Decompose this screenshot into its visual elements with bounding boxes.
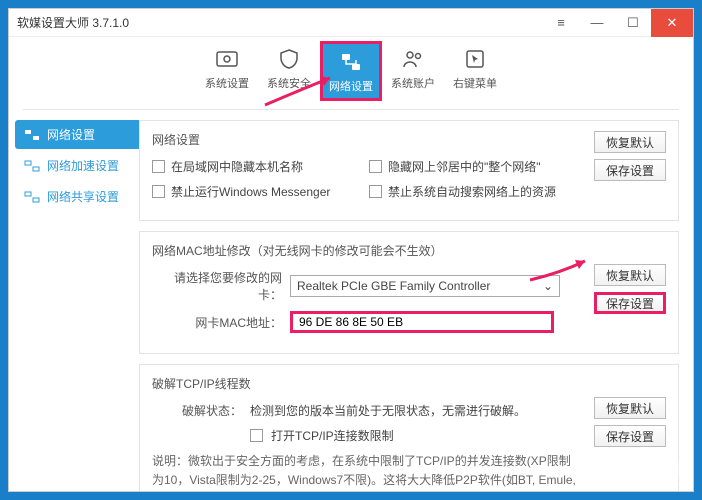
checkbox[interactable] — [250, 429, 263, 442]
cursor-icon — [461, 45, 489, 73]
sidebar-item-label: 网络设置 — [47, 126, 95, 143]
toolbar: 系统设置 系统安全 网络设置 系统账户 右键菜单 — [23, 37, 679, 110]
window-title: 软媒设置大师 3.7.1.0 — [17, 14, 129, 31]
mac-input[interactable] — [290, 311, 554, 333]
section-title: 网络MAC地址修改（对无线网卡的修改可能会不生效） — [152, 242, 666, 259]
tab-network-settings[interactable]: 网络设置 — [320, 41, 382, 101]
tab-system-accounts[interactable]: 系统账户 — [382, 41, 444, 101]
save-button[interactable]: 保存设置 — [594, 425, 666, 447]
note-text: 说明：微软出于安全方面的考虑，在系统中限制了TCP/IP的并发连接数(XP限制为… — [152, 452, 666, 491]
chevron-down-icon: ⌄ — [543, 279, 553, 293]
maximize-button[interactable]: ☐ — [615, 9, 651, 37]
reset-button[interactable]: 恢复默认 — [594, 131, 666, 153]
window-controls: ≡ — ☐ ✕ — [543, 9, 693, 37]
tab-system-security[interactable]: 系统安全 — [258, 41, 320, 101]
checkbox-label: 禁止系统自动搜索网络上的资源 — [388, 183, 556, 200]
checkbox-label: 打开TCP/IP连接数限制 — [271, 427, 394, 444]
checkbox-label: 禁止运行Windows Messenger — [171, 183, 330, 200]
network-icon — [23, 159, 41, 173]
section-title: 破解TCP/IP线程数 — [152, 375, 666, 392]
save-button[interactable]: 保存设置 — [594, 159, 666, 181]
watermark: Baidu 经验 jingyan.baidu.com — [599, 461, 690, 492]
titlebar: 软媒设置大师 3.7.1.0 ≡ — ☐ ✕ — [9, 9, 693, 37]
close-button[interactable]: ✕ — [651, 9, 693, 37]
tab-system-settings[interactable]: 系统设置 — [196, 41, 258, 101]
status-text: 检测到您的版本当前处于无限状态，无需进行破解。 — [250, 402, 526, 419]
reset-button[interactable]: 恢复默认 — [594, 264, 666, 286]
section-mac-address: 网络MAC地址修改（对无线网卡的修改可能会不生效） 恢复默认 保存设置 请选择您… — [139, 231, 679, 354]
section-title: 网络设置 — [152, 131, 666, 148]
sidebar-item-network-share[interactable]: 网络共享设置 — [15, 182, 139, 211]
section-network-options: 网络设置 恢复默认 保存设置 在局域网中隐藏本机名称 隐藏网上邻居中的"整个网络… — [139, 120, 679, 221]
sidebar-item-network-boost[interactable]: 网络加速设置 — [15, 151, 139, 180]
checkbox[interactable] — [152, 185, 165, 198]
network-icon — [23, 128, 41, 142]
checkbox[interactable] — [369, 185, 382, 198]
network-icon — [23, 190, 41, 204]
mac-label: 网卡MAC地址： — [152, 314, 282, 331]
sidebar-item-network-settings[interactable]: 网络设置 — [15, 120, 139, 149]
checkbox[interactable] — [152, 160, 165, 173]
reset-button[interactable]: 恢复默认 — [594, 397, 666, 419]
app-window: 软媒设置大师 3.7.1.0 ≡ — ☐ ✕ 系统设置 系统安全 网络设置 系统… — [8, 8, 694, 492]
sidebar: 网络设置 网络加速设置 网络共享设置 — [9, 110, 139, 491]
network-icon — [337, 48, 365, 76]
shield-icon — [275, 45, 303, 73]
tab-context-menu[interactable]: 右键菜单 — [444, 41, 506, 101]
main-area: 网络设置 网络加速设置 网络共享设置 网络设置 恢复默认 保存设置 在局域网中隐… — [9, 110, 693, 491]
minimize-button[interactable]: — — [579, 9, 615, 37]
status-label: 破解状态： — [152, 402, 242, 419]
menu-button[interactable]: ≡ — [543, 9, 579, 37]
content-area: 网络设置 恢复默认 保存设置 在局域网中隐藏本机名称 隐藏网上邻居中的"整个网络… — [139, 110, 693, 491]
checkbox-label: 隐藏网上邻居中的"整个网络" — [388, 158, 541, 175]
checkbox[interactable] — [369, 160, 382, 173]
checkbox-label: 在局域网中隐藏本机名称 — [171, 158, 303, 175]
sidebar-item-label: 网络共享设置 — [47, 188, 119, 205]
nic-label: 请选择您要修改的网卡： — [152, 269, 282, 303]
users-icon — [399, 45, 427, 73]
sidebar-item-label: 网络加速设置 — [47, 157, 119, 174]
save-button[interactable]: 保存设置 — [594, 292, 666, 314]
nic-select[interactable]: Realtek PCIe GBE Family Controller ⌄ — [290, 275, 560, 297]
gear-icon — [213, 45, 241, 73]
